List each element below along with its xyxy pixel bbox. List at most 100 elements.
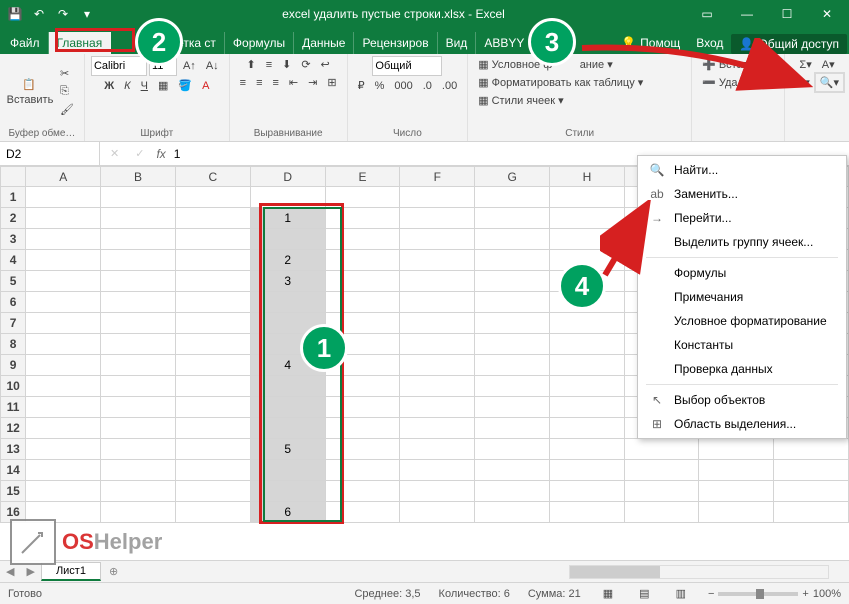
cell-E4[interactable] <box>325 250 400 271</box>
cell-F12[interactable] <box>400 418 475 439</box>
align-left-icon[interactable]: ≡ <box>236 75 250 91</box>
tab-file[interactable]: Файл <box>2 32 49 54</box>
cell-D7[interactable] <box>250 313 325 334</box>
cell-F14[interactable] <box>400 460 475 481</box>
cell-B5[interactable] <box>101 271 176 292</box>
col-header-D[interactable]: D <box>250 167 325 187</box>
align-center-icon[interactable]: ≡ <box>252 75 266 91</box>
cell-D4[interactable]: 2 <box>250 250 325 271</box>
cell-E9[interactable] <box>325 355 400 376</box>
undo-icon[interactable]: ↶ <box>28 3 50 25</box>
cell-B7[interactable] <box>101 313 176 334</box>
qat-customize-icon[interactable]: ▾ <box>76 3 98 25</box>
format-painter-icon[interactable]: 🖌 <box>56 101 78 118</box>
cell-H3[interactable] <box>550 229 625 250</box>
cell-F3[interactable] <box>400 229 475 250</box>
cell-I15[interactable] <box>624 481 699 502</box>
menu-item-1[interactable]: abЗаменить... <box>638 182 846 206</box>
view-pagebreak-icon[interactable]: ▥ <box>672 585 690 602</box>
cell-D8[interactable] <box>250 334 325 355</box>
cell-E13[interactable] <box>325 439 400 460</box>
cell-E2[interactable] <box>325 208 400 229</box>
tab-view[interactable]: Вид <box>438 32 477 54</box>
view-normal-icon[interactable]: ▦ <box>599 585 617 602</box>
cell-B1[interactable] <box>101 187 176 208</box>
align-right-icon[interactable]: ≡ <box>269 75 283 91</box>
cell-G6[interactable] <box>475 292 550 313</box>
row-header-15[interactable]: 15 <box>1 481 26 502</box>
cell-H12[interactable] <box>550 418 625 439</box>
cell-H14[interactable] <box>550 460 625 481</box>
cell-D1[interactable] <box>250 187 325 208</box>
view-layout-icon[interactable]: ▤ <box>635 585 653 602</box>
cell-E16[interactable] <box>325 502 400 523</box>
save-icon[interactable]: 💾 <box>4 3 26 25</box>
cell-C7[interactable] <box>175 313 250 334</box>
menu-item-2[interactable]: →Перейти... <box>638 206 846 230</box>
cell-A12[interactable] <box>26 418 101 439</box>
conditional-format-button[interactable]: ▦ Условное ф ание ▾ <box>474 56 617 73</box>
cell-D6[interactable] <box>250 292 325 313</box>
share-button[interactable]: 👤 Общий доступ <box>731 34 847 54</box>
cell-F1[interactable] <box>400 187 475 208</box>
cell-H4[interactable] <box>550 250 625 271</box>
cell-E15[interactable] <box>325 481 400 502</box>
cell-E3[interactable] <box>325 229 400 250</box>
menu-item-11[interactable]: ↖Выбор объектов <box>638 388 846 412</box>
cell-A7[interactable] <box>26 313 101 334</box>
row-header-7[interactable]: 7 <box>1 313 26 334</box>
row-header-10[interactable]: 10 <box>1 376 26 397</box>
cell-G16[interactable] <box>475 502 550 523</box>
cell-E7[interactable] <box>325 313 400 334</box>
cell-G8[interactable] <box>475 334 550 355</box>
align-bottom-icon[interactable]: ⬇ <box>278 56 295 73</box>
cell-F10[interactable] <box>400 376 475 397</box>
tab-layout[interactable]: Разметка ст <box>141 32 225 54</box>
cell-B11[interactable] <box>101 397 176 418</box>
redo-icon[interactable]: ↷ <box>52 3 74 25</box>
sheet-nav-next-icon[interactable]: ▶ <box>20 565 40 578</box>
cell-styles-button[interactable]: ▦ Стили ячеек ▾ <box>474 92 567 109</box>
bold-icon[interactable]: Ж <box>100 78 118 94</box>
row-header-11[interactable]: 11 <box>1 397 26 418</box>
add-sheet-icon[interactable]: ⊕ <box>101 565 126 578</box>
cell-E5[interactable] <box>325 271 400 292</box>
horizontal-scrollbar[interactable] <box>569 565 829 579</box>
tab-data[interactable]: Данные <box>294 32 354 54</box>
select-all-corner[interactable] <box>1 167 26 187</box>
row-header-4[interactable]: 4 <box>1 250 26 271</box>
border-icon[interactable]: ▦ <box>154 77 172 94</box>
cell-H7[interactable] <box>550 313 625 334</box>
col-header-F[interactable]: F <box>400 167 475 187</box>
cell-G13[interactable] <box>475 439 550 460</box>
italic-icon[interactable]: К <box>120 78 134 94</box>
cell-F11[interactable] <box>400 397 475 418</box>
menu-item-0[interactable]: 🔍Найти... <box>638 158 846 182</box>
cell-J16[interactable] <box>699 502 774 523</box>
enter-formula-icon[interactable]: ✓ <box>131 145 148 162</box>
cell-B3[interactable] <box>101 229 176 250</box>
cell-C15[interactable] <box>175 481 250 502</box>
cell-H11[interactable] <box>550 397 625 418</box>
cell-B15[interactable] <box>101 481 176 502</box>
zoom-control[interactable]: −+ 100% <box>708 588 841 600</box>
font-size-select[interactable] <box>149 56 177 76</box>
cell-D16[interactable]: 6 <box>250 502 325 523</box>
inc-decimal-icon[interactable]: .0 <box>419 78 436 94</box>
cell-A15[interactable] <box>26 481 101 502</box>
cell-H10[interactable] <box>550 376 625 397</box>
col-header-G[interactable]: G <box>475 167 550 187</box>
tab-review[interactable]: Рецензиров <box>354 32 437 54</box>
align-middle-icon[interactable]: ≡ <box>262 57 276 73</box>
row-header-12[interactable]: 12 <box>1 418 26 439</box>
cell-A1[interactable] <box>26 187 101 208</box>
currency-icon[interactable]: ₽ <box>354 77 369 94</box>
cell-J14[interactable] <box>699 460 774 481</box>
cell-G4[interactable] <box>475 250 550 271</box>
cell-A4[interactable] <box>26 250 101 271</box>
cell-H1[interactable] <box>550 187 625 208</box>
fx-icon[interactable]: fx <box>156 147 165 161</box>
cell-F6[interactable] <box>400 292 475 313</box>
cell-K16[interactable] <box>774 502 849 523</box>
cell-D13[interactable]: 5 <box>250 439 325 460</box>
